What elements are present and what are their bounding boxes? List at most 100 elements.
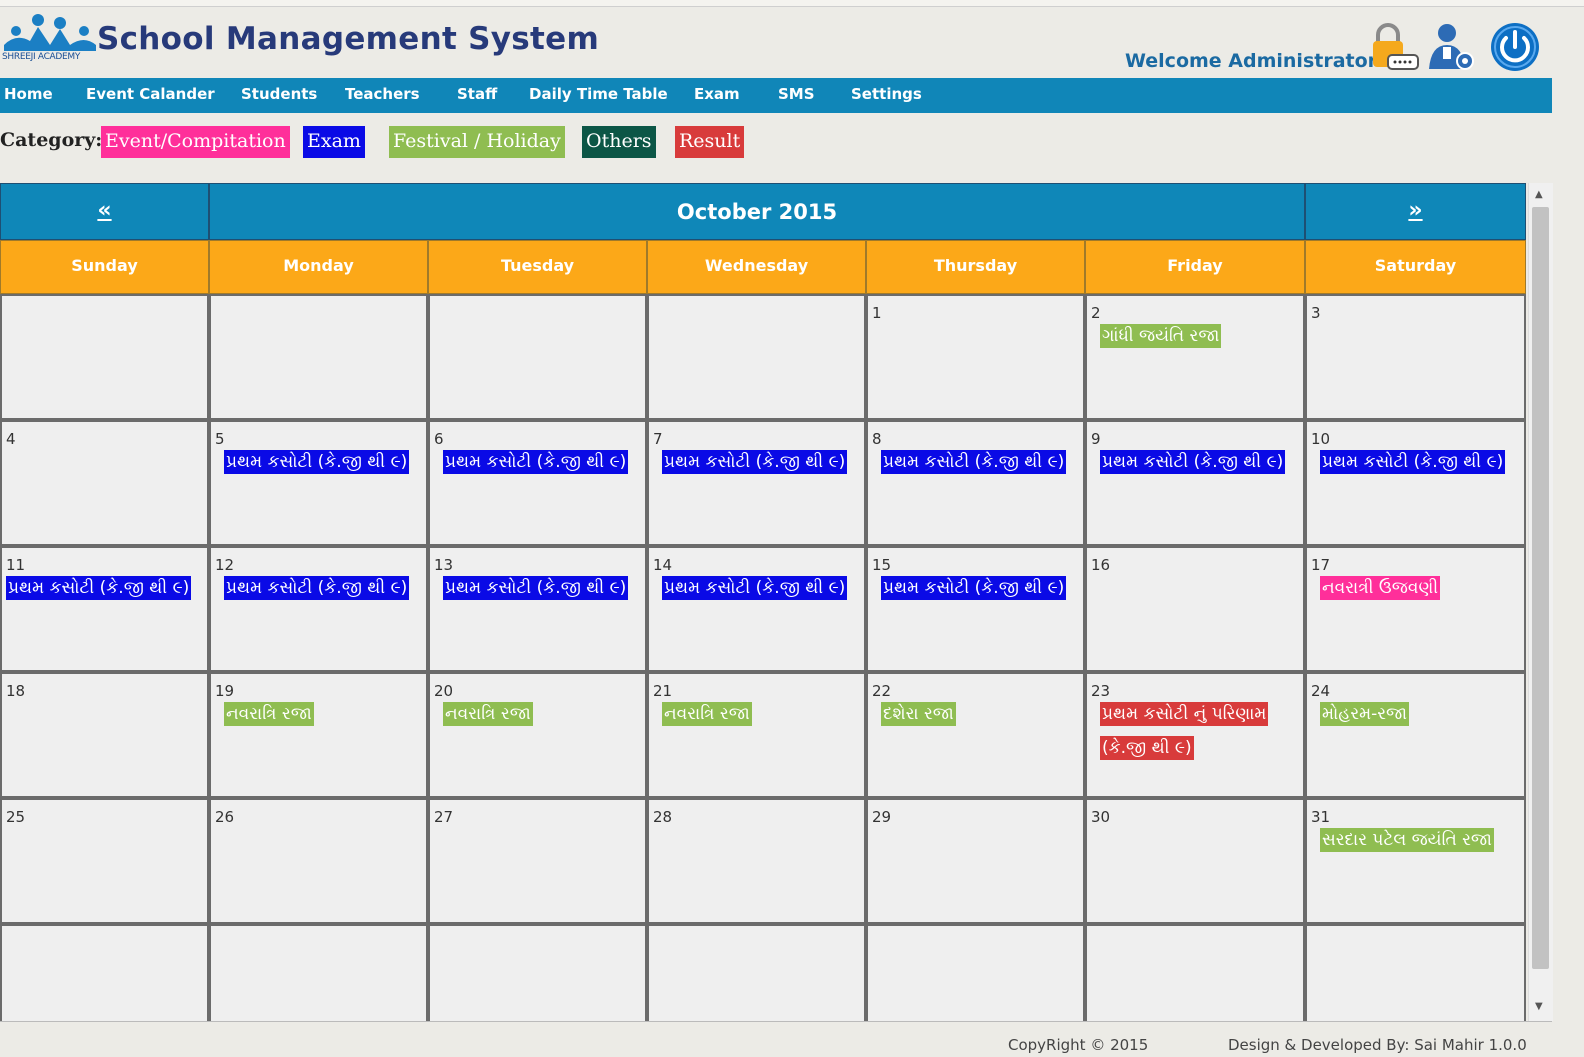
calendar-event[interactable]: પ્રથમ કસોટી (કે.જી થી ૯)	[443, 450, 629, 474]
day-events: દશેરા રજા	[881, 697, 1075, 731]
day-events: પ્રથમ કસોટી (કે.જી થી ૯)	[1320, 445, 1516, 479]
day-events: પ્રથમ કસોટી (કે.જી થી ૯)	[443, 445, 637, 479]
day-events: પ્રથમ કસોટી (કે.જી થી ૯)	[881, 571, 1075, 605]
day-events: પ્રથમ કસોટી (કે.જી થી ૯)	[662, 571, 856, 605]
day-number: 30	[1091, 808, 1111, 826]
scroll-down-arrow-icon[interactable]: ▼	[1535, 1001, 1543, 1012]
nav-sms[interactable]: SMS	[778, 78, 815, 113]
calendar-day-cell[interactable]: 25	[0, 798, 209, 924]
day-number: 16	[1091, 556, 1111, 574]
nav-settings[interactable]: Settings	[851, 78, 922, 113]
calendar-day-cell[interactable]: 4	[0, 420, 209, 546]
prev-month-link[interactable]: «	[1, 198, 208, 223]
category-chip: Event/Compitation	[101, 126, 290, 158]
calendar-event[interactable]: ગાંધી જયંતિ રજા	[1100, 324, 1222, 348]
calendar-day-cell[interactable]: 28	[647, 798, 866, 924]
nav-daily-time-table[interactable]: Daily Time Table	[529, 78, 668, 113]
category-chip: Others	[582, 126, 656, 158]
calendar-day-cell[interactable]: 1	[866, 294, 1085, 420]
calendar-day-cell[interactable]: 19 નવરાત્રિ રજા	[209, 672, 428, 798]
calendar-event[interactable]: મોહરમ-રજા	[1320, 702, 1410, 726]
calendar-day-cell[interactable]: 29	[866, 798, 1085, 924]
calendar-day-cell[interactable]: 8 પ્રથમ કસોટી (કે.જી થી ૯)	[866, 420, 1085, 546]
credit-text: Design & Developed By: Sai Mahir 1.0.0	[1228, 1036, 1527, 1054]
nav-students[interactable]: Students	[241, 78, 317, 113]
day-number: 28	[653, 808, 673, 826]
app-header: SHREEJI ACADEMY School Management System…	[0, 7, 1552, 78]
user-settings-icon[interactable]	[1425, 21, 1477, 73]
calendar-day-cell[interactable]: 5 પ્રથમ કસોટી (કે.જી થી ૯)	[209, 420, 428, 546]
window-top-border	[0, 0, 1584, 7]
nav-event-calander[interactable]: Event Calander	[86, 78, 215, 113]
calendar-day-cell[interactable]: 3	[1305, 294, 1526, 420]
day-events: ગાંધી જયંતિ રજા	[1100, 319, 1295, 353]
day-header-thursday: Thursday	[866, 240, 1085, 294]
calendar-event[interactable]: પ્રથમ કસોટી (કે.જી થી ૯)	[881, 450, 1067, 474]
calendar-day-cell[interactable]: 6 પ્રથમ કસોટી (કે.જી થી ૯)	[428, 420, 647, 546]
nav-teachers[interactable]: Teachers	[345, 78, 420, 113]
calendar-event[interactable]: પ્રથમ કસોટી (કે.જી થી ૯)	[443, 576, 629, 600]
day-events: મોહરમ-રજા	[1320, 697, 1516, 731]
next-month-link[interactable]: »	[1306, 198, 1525, 223]
calendar-day-cell[interactable]: 18	[0, 672, 209, 798]
calendar-day-cell[interactable]	[0, 294, 209, 420]
day-events: નવરાત્રિ રજા	[224, 697, 418, 731]
calendar-event[interactable]: પ્રથમ કસોટી (કે.જી થી ૯)	[1100, 450, 1286, 474]
nav-exam[interactable]: Exam	[694, 78, 740, 113]
logo-caption: SHREEJI ACADEMY	[2, 52, 81, 62]
calendar-day-cell[interactable]: 7 પ્રથમ કસોટી (કે.જી થી ૯)	[647, 420, 866, 546]
calendar-day-cell[interactable]: 22 દશેરા રજા	[866, 672, 1085, 798]
calendar-event[interactable]: નવરાત્રિ રજા	[224, 702, 314, 726]
calendar-event[interactable]: દશેરા રજા	[881, 702, 956, 726]
calendar-day-cell[interactable]: 14 પ્રથમ કસોટી (કે.જી થી ૯)	[647, 546, 866, 672]
day-events: પ્રથમ કસોટી (કે.જી થી ૯)	[662, 445, 856, 479]
calendar-event[interactable]: નવરાત્રી ઉજવણી	[1320, 576, 1441, 600]
main-navbar: Home Event Calander Students Teachers St…	[0, 78, 1552, 113]
calendar-day-cell[interactable]: 21 નવરાત્રિ રજા	[647, 672, 866, 798]
calendar-day-cell[interactable]	[209, 294, 428, 420]
calendar-event[interactable]: પ્રથમ કસોટી (કે.જી થી ૯)	[662, 576, 848, 600]
calendar-day-cell[interactable]: 17 નવરાત્રી ઉજવણી	[1305, 546, 1526, 672]
calendar-day-cell[interactable]: 31 સરદાર પટેલ જયંતિ રજા	[1305, 798, 1526, 924]
month-title-cell: October 2015	[209, 183, 1305, 240]
calendar-day-cell[interactable]	[428, 294, 647, 420]
next-month-cell: »	[1305, 183, 1526, 240]
nav-home[interactable]: Home	[4, 78, 53, 113]
calendar-day-cell[interactable]: 11 પ્રથમ કસોટી (કે.જી થી ૯)	[0, 546, 209, 672]
day-events: પ્રથમ કસોટી (કે.જી થી ૯)	[224, 571, 418, 605]
calendar-event[interactable]: પ્રથમ કસોટી નું પરિણામ (કે.જી થી ૯)	[1100, 702, 1269, 760]
calendar-event[interactable]: સરદાર પટેલ જયંતિ રજા	[1320, 828, 1494, 852]
calendar-day-cell[interactable]	[647, 294, 866, 420]
calendar-event[interactable]: પ્રથમ કસોટી (કે.જી થી ૯)	[6, 576, 192, 600]
scroll-up-arrow-icon[interactable]: ▲	[1535, 189, 1543, 200]
calendar-day-cell[interactable]: 27	[428, 798, 647, 924]
calendar-event[interactable]: નવરાત્રિ રજા	[662, 702, 752, 726]
calendar-day-cell[interactable]: 30	[1085, 798, 1305, 924]
calendar-event[interactable]: પ્રથમ કસોટી (કે.જી થી ૯)	[1320, 450, 1506, 474]
calendar-event[interactable]: પ્રથમ કસોટી (કે.જી થી ૯)	[224, 450, 410, 474]
calendar-day-cell[interactable]: 2 ગાંધી જયંતિ રજા	[1085, 294, 1305, 420]
calendar-event[interactable]: પ્રથમ કસોટી (કે.જી થી ૯)	[662, 450, 848, 474]
calendar-day-cell[interactable]: 24 મોહરમ-રજા	[1305, 672, 1526, 798]
calendar-day-cell[interactable]: 10 પ્રથમ કસોટી (કે.જી થી ૯)	[1305, 420, 1526, 546]
change-password-lock-icon[interactable]	[1368, 21, 1420, 73]
category-legend: Category: Event/Compitation Exam Festiva…	[0, 113, 1552, 183]
nav-staff[interactable]: Staff	[457, 78, 497, 113]
calendar-day-cell[interactable]: 9 પ્રથમ કસોટી (કે.જી થી ૯)	[1085, 420, 1305, 546]
calendar-day-cell[interactable]: 20 નવરાત્રિ રજા	[428, 672, 647, 798]
logout-power-icon[interactable]	[1489, 21, 1541, 73]
day-events: પ્રથમ કસોટી (કે.જી થી ૯)	[881, 445, 1075, 479]
scrollbar-thumb[interactable]	[1532, 207, 1549, 969]
calendar-event[interactable]: પ્રથમ કસોટી (કે.જી થી ૯)	[881, 576, 1067, 600]
day-events: પ્રથમ કસોટી (કે.જી થી ૯)	[6, 571, 199, 605]
day-events: નવરાત્રિ રજા	[443, 697, 637, 731]
calendar-day-cell[interactable]: 13 પ્રથમ કસોટી (કે.જી થી ૯)	[428, 546, 647, 672]
calendar-event[interactable]: પ્રથમ કસોટી (કે.જી થી ૯)	[224, 576, 410, 600]
calendar-day-cell[interactable]: 12 પ્રથમ કસોટી (કે.જી થી ૯)	[209, 546, 428, 672]
calendar-day-cell[interactable]: 15 પ્રથમ કસોટી (કે.જી થી ૯)	[866, 546, 1085, 672]
calendar-day-cell[interactable]: 16	[1085, 546, 1305, 672]
vertical-scrollbar[interactable]: ▲ ▼	[1528, 183, 1553, 1021]
calendar-event[interactable]: નવરાત્રિ રજા	[443, 702, 533, 726]
calendar-day-cell[interactable]: 26	[209, 798, 428, 924]
calendar-day-cell[interactable]: 23 પ્રથમ કસોટી નું પરિણામ (કે.જી થી ૯)	[1085, 672, 1305, 798]
